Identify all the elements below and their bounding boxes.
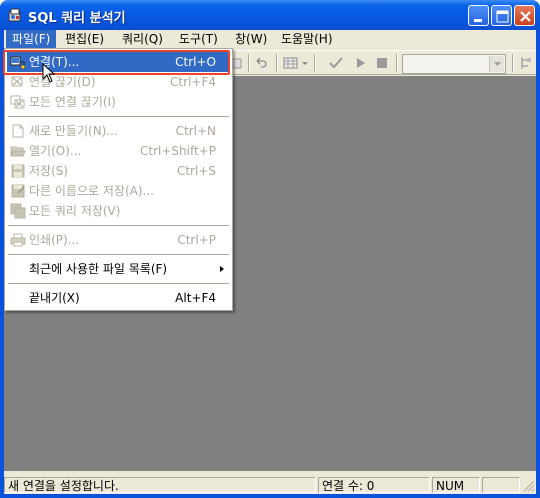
menu-item-disconnect[interactable]: 연결 끊기(D) Ctrl+F4 xyxy=(7,72,230,92)
menu-item-shortcut: Ctrl+P xyxy=(177,233,216,247)
undo-icon[interactable] xyxy=(253,55,269,71)
toolbar-separator xyxy=(396,54,398,72)
menu-item-shortcut: Ctrl+S xyxy=(176,164,216,178)
menu-item-shortcut: Alt+F4 xyxy=(175,291,216,305)
toolbar-separator xyxy=(512,54,514,72)
toolbar-separator xyxy=(314,54,316,72)
connect-icon xyxy=(10,56,26,70)
dropdown-arrow-icon[interactable] xyxy=(301,55,309,71)
close-icon xyxy=(520,11,531,22)
menu-item-save-all[interactable]: 모든 쿼리 저장(V) xyxy=(7,201,230,221)
menu-tools[interactable]: 도구(T) xyxy=(173,30,224,49)
print-icon xyxy=(10,233,26,247)
query-analyzer-app-icon xyxy=(8,8,21,22)
status-numlock: NUM xyxy=(432,477,480,493)
app-window: SQL 쿼리 분석기 파일(F) 편집(E) 쿼리(Q) 도구(T) 창(W) … xyxy=(0,0,540,498)
menu-item-disconnect-all[interactable]: 모든 연결 끊기(I) xyxy=(7,92,230,112)
minimize-icon xyxy=(474,19,482,22)
save-as-icon xyxy=(11,184,25,198)
menu-item-label: 저장(S) xyxy=(29,164,69,178)
save-icon xyxy=(11,164,25,178)
menu-help[interactable]: 도움말(H) xyxy=(275,30,339,49)
file-menu-dropdown: 연결(T)... Ctrl+O 연결 끊기(D) Ctrl+F4 모든 연결 끊… xyxy=(4,48,233,311)
menu-item-label: 모든 연결 끊기(I) xyxy=(29,95,116,109)
close-button[interactable] xyxy=(514,5,535,26)
status-bar: 새 연결을 설정합니다. 연결 수: 0 NUM xyxy=(4,475,536,494)
disconnect-icon xyxy=(11,76,23,87)
menu-item-save-as[interactable]: 다른 이름으로 저장(A)... xyxy=(7,181,230,201)
chevron-down-icon[interactable] xyxy=(489,56,504,72)
menu-item-recent-files[interactable]: 최근에 사용한 파일 목록(F) xyxy=(7,259,230,279)
execute-icon[interactable] xyxy=(353,55,369,71)
menu-item-label: 다른 이름으로 저장(A)... xyxy=(29,184,154,198)
maximize-icon xyxy=(496,10,509,23)
menu-item-new[interactable]: 새로 만들기(N)... Ctrl+N xyxy=(7,121,230,141)
status-empty-panel xyxy=(482,477,520,493)
maximize-button[interactable] xyxy=(491,5,512,26)
grid-results-icon[interactable] xyxy=(283,55,299,71)
menu-separator xyxy=(8,116,229,118)
menu-item-label: 끝내기(X) xyxy=(29,291,80,305)
menu-query[interactable]: 쿼리(Q) xyxy=(116,30,169,49)
minimize-button[interactable] xyxy=(468,5,489,26)
object-browser-icon[interactable] xyxy=(518,55,534,71)
menu-edit[interactable]: 편집(E) xyxy=(59,30,110,49)
open-folder-icon xyxy=(10,146,26,157)
menu-item-shortcut: Ctrl+O xyxy=(175,55,216,69)
menu-separator xyxy=(8,283,229,285)
menu-item-shortcut: Ctrl+F4 xyxy=(170,75,216,89)
database-select[interactable] xyxy=(402,54,506,74)
menu-item-label: 새로 만들기(N)... xyxy=(29,124,118,138)
mouse-cursor-icon xyxy=(42,63,56,83)
menu-item-label: 모든 쿼리 저장(V) xyxy=(29,204,121,218)
save-all-icon xyxy=(10,203,26,219)
stop-icon[interactable] xyxy=(374,55,390,71)
new-file-icon xyxy=(12,124,24,138)
menu-separator xyxy=(8,225,229,227)
menu-item-connect[interactable]: 연결(T)... Ctrl+O xyxy=(7,52,230,72)
menu-item-label: 인쇄(P)... xyxy=(29,233,80,247)
menu-window[interactable]: 창(W) xyxy=(229,30,273,49)
menu-bar: 파일(F) 편집(E) 쿼리(Q) 도구(T) 창(W) 도움말(H) xyxy=(4,30,536,49)
status-connections: 연결 수: 0 xyxy=(318,477,430,493)
menu-item-label: 연결 끊기(D) xyxy=(29,75,96,89)
check-syntax-icon[interactable] xyxy=(328,55,344,71)
menu-item-label: 열기(O)... xyxy=(29,144,82,158)
menu-item-exit[interactable]: 끝내기(X) Alt+F4 xyxy=(7,288,230,308)
status-message: 새 연결을 설정합니다. xyxy=(4,477,316,493)
menu-item-save[interactable]: 저장(S) Ctrl+S xyxy=(7,161,230,181)
toolbar-separator xyxy=(248,54,250,72)
title-bar[interactable]: SQL 쿼리 분석기 xyxy=(0,0,540,30)
menu-item-shortcut: Ctrl+N xyxy=(175,124,216,138)
submenu-arrow-icon xyxy=(220,266,224,272)
resize-grip-icon[interactable] xyxy=(522,479,535,492)
menu-item-open[interactable]: 열기(O)... Ctrl+Shift+P xyxy=(7,141,230,161)
disconnect-all-icon xyxy=(10,95,25,109)
toolbar-separator xyxy=(276,54,278,72)
window-title: SQL 쿼리 분석기 xyxy=(28,11,126,26)
menu-item-label: 최근에 사용한 파일 목록(F) xyxy=(29,262,168,276)
menu-separator xyxy=(8,254,229,256)
menu-file[interactable]: 파일(F) xyxy=(6,30,57,49)
menu-item-print[interactable]: 인쇄(P)... Ctrl+P xyxy=(7,230,230,250)
menu-item-shortcut: Ctrl+Shift+P xyxy=(140,144,216,158)
